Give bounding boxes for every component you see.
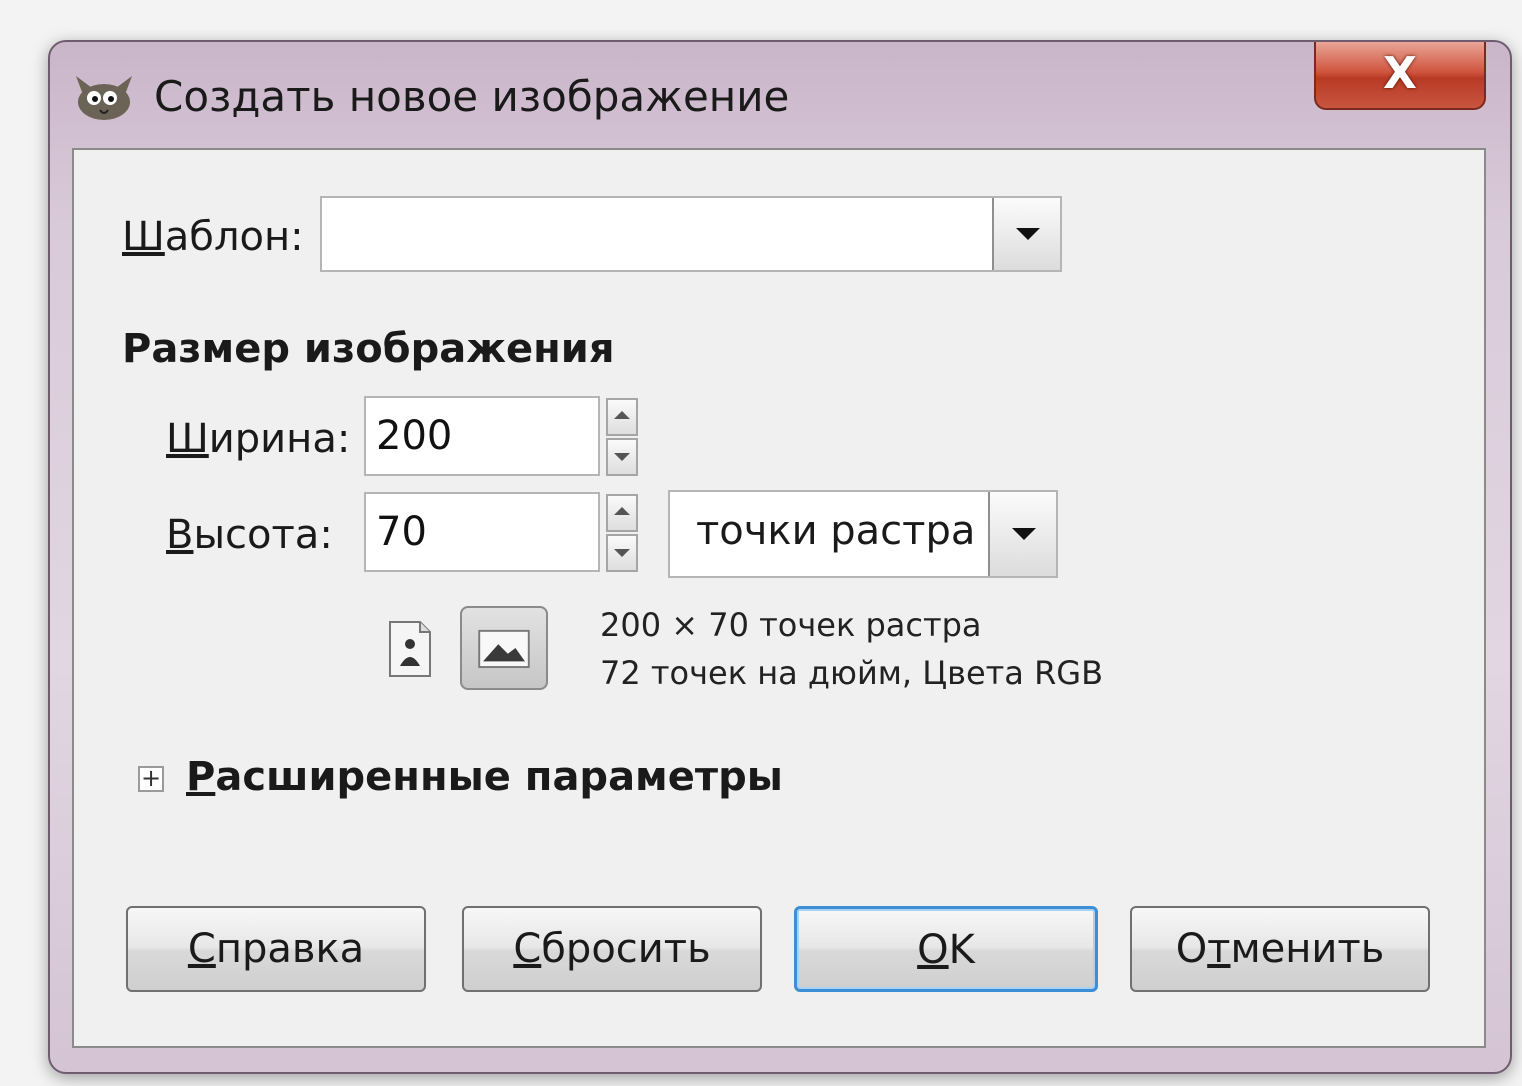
help-button-mnemonic: С: [187, 926, 216, 972]
height-label-text: ысота:: [193, 512, 333, 558]
template-combo[interactable]: [320, 196, 1062, 272]
gimp-wilber-icon: [76, 76, 132, 120]
width-label-mnemonic: Ш: [166, 416, 209, 462]
height-spinner[interactable]: [606, 494, 638, 572]
width-increment-button[interactable]: [606, 398, 638, 436]
unit-combo[interactable]: точки растра: [668, 490, 1058, 578]
cancel-button-label-start: О: [1175, 926, 1208, 972]
template-label: Шаблон:: [122, 214, 304, 260]
title-bar[interactable]: Создать новое изображение X: [50, 42, 1510, 146]
height-label-mnemonic: В: [166, 512, 194, 558]
cancel-button-mnemonic: т: [1207, 926, 1231, 972]
arrow-up-icon: [614, 507, 630, 515]
arrow-down-icon: [614, 549, 630, 557]
landscape-orientation-button[interactable]: [460, 606, 548, 690]
portrait-orientation-icon[interactable]: [388, 620, 432, 678]
help-button-label: правка: [215, 926, 365, 972]
width-label-text: ирина:: [208, 416, 351, 462]
resolution-info-line: 72 точек на дюйм, Цвета RGB: [600, 654, 1104, 692]
landscape-orientation-icon: [478, 629, 530, 668]
ok-button-mnemonic: O: [917, 927, 949, 973]
unit-value: точки растра: [696, 508, 976, 554]
height-increment-button[interactable]: [606, 494, 638, 532]
template-dropdown-button[interactable]: [992, 198, 1060, 270]
chevron-down-icon: [1012, 528, 1036, 540]
image-size-heading: Размер изображения: [122, 326, 615, 372]
template-label-text: аблон:: [164, 214, 304, 260]
width-label: Ширина:: [166, 416, 350, 462]
template-label-mnemonic: Ш: [122, 214, 165, 260]
ok-button[interactable]: OK: [794, 906, 1098, 992]
height-label: Высота:: [166, 512, 333, 558]
advanced-options-label: асширенные параметры: [215, 754, 783, 800]
cancel-button[interactable]: Отменить: [1130, 906, 1430, 992]
window-title: Создать новое изображение: [154, 72, 790, 121]
advanced-options-expander[interactable]: Расширенные параметры: [186, 754, 783, 800]
arrow-down-icon: [614, 453, 630, 461]
reset-button-label: бросить: [541, 926, 711, 972]
arrow-up-icon: [614, 411, 630, 419]
width-spinner[interactable]: [606, 398, 638, 476]
width-decrement-button[interactable]: [606, 438, 638, 476]
chevron-down-icon: [1016, 228, 1040, 240]
expand-icon[interactable]: +: [138, 766, 164, 792]
help-button[interactable]: Справка: [126, 906, 426, 992]
cancel-button-label-end: менить: [1230, 926, 1385, 972]
ok-button-label: K: [948, 927, 975, 973]
dialog-window: Создать новое изображение X Шаблон: Разм…: [48, 40, 1512, 1074]
advanced-options-mnemonic: Р: [186, 754, 216, 800]
dialog-content: Шаблон: Размер изображения Ширина: 200 В…: [72, 148, 1486, 1048]
close-button[interactable]: X: [1314, 42, 1486, 110]
close-icon: X: [1383, 48, 1417, 99]
height-input[interactable]: 70: [364, 492, 600, 572]
unit-dropdown-button[interactable]: [988, 492, 1056, 576]
height-decrement-button[interactable]: [606, 534, 638, 572]
reset-button[interactable]: Сбросить: [462, 906, 762, 992]
reset-button-mnemonic: С: [513, 926, 542, 972]
width-input[interactable]: 200: [364, 396, 600, 476]
size-info-line: 200 × 70 точек растра: [600, 606, 982, 644]
